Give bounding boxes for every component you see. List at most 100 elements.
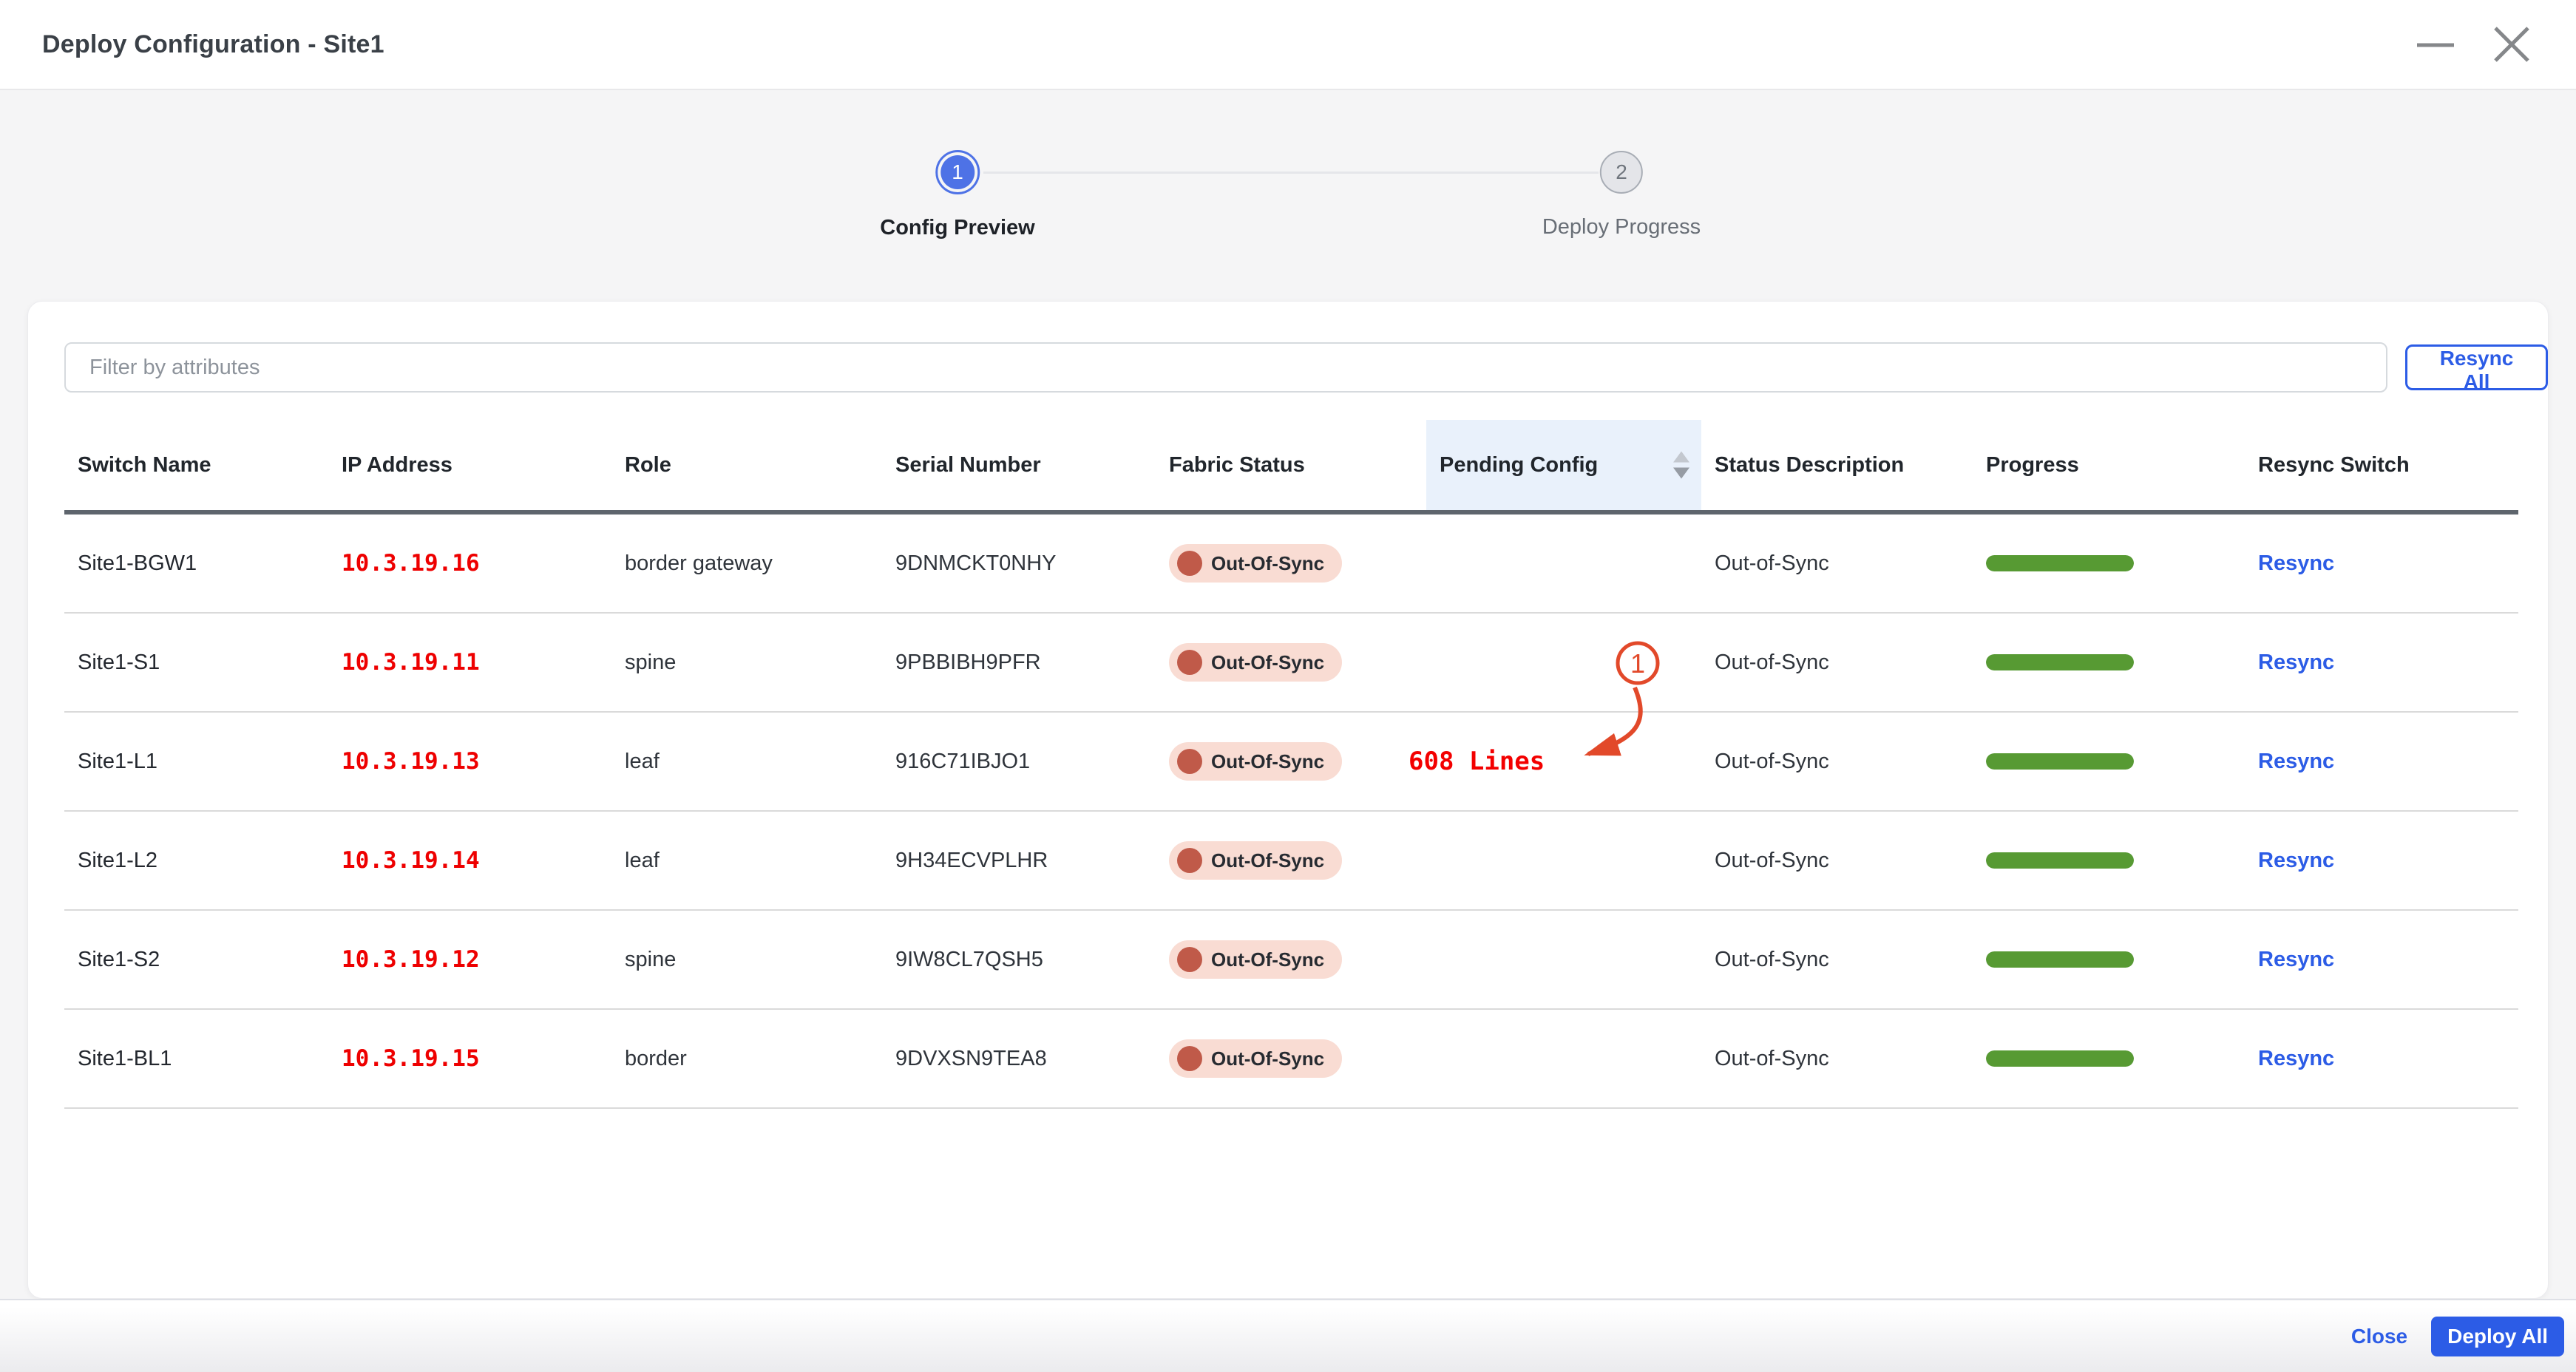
- progress-bar: [1986, 555, 2134, 571]
- fabric-status-label: Out-Of-Sync: [1211, 651, 1325, 673]
- cell-role: spine: [625, 650, 677, 674]
- cell-role: spine: [625, 947, 677, 971]
- cell-ip-address: 10.3.19.16: [342, 550, 480, 577]
- window-controls: [2416, 0, 2530, 89]
- cell-resync: Resync: [2245, 948, 2518, 972]
- minimize-icon[interactable]: [2416, 25, 2455, 64]
- cell-serial-number: 9H34ECVPLHR: [895, 848, 1048, 872]
- sort-icon[interactable]: [1673, 451, 1689, 479]
- cell-serial-number: 9DNMCKT0NHY: [895, 551, 1057, 575]
- stepper-connector: [983, 172, 1599, 174]
- resync-link[interactable]: Resync: [2258, 948, 2334, 971]
- table-body: Site1-BGW1 10.3.19.16 border gateway 9DN…: [64, 514, 2518, 1109]
- table-row: Site1-BGW1 10.3.19.16 border gateway 9DN…: [64, 514, 2518, 614]
- column-header-resync-switch[interactable]: Resync Switch: [2245, 420, 2518, 510]
- column-header-serial-number[interactable]: Serial Number: [882, 420, 1156, 510]
- fabric-status-badge: Out-Of-Sync: [1169, 940, 1343, 979]
- cell-resync: Resync: [2245, 651, 2518, 675]
- cell-progress: [1973, 951, 2245, 968]
- step-config-preview: 1 Config Preview: [880, 150, 1035, 240]
- pending-config-link[interactable]: 608 Lines: [1409, 747, 1545, 776]
- table-row: Site1-BL1 10.3.19.15 border 9DVXSN9TEA8 …: [64, 1010, 2518, 1109]
- cell-pending-config: [1426, 945, 1701, 974]
- cell-serial-number: 9DVXSN9TEA8: [895, 1046, 1047, 1070]
- deploy-configuration-dialog: Deploy Configuration - Site1 1 Config Pr…: [0, 0, 2576, 1372]
- cell-switch-name: Site1-L2: [78, 848, 158, 872]
- fabric-status-badge: Out-Of-Sync: [1169, 643, 1343, 682]
- cell-resync: Resync: [2245, 849, 2518, 873]
- progress-bar: [1986, 852, 2134, 869]
- resync-link[interactable]: Resync: [2258, 651, 2334, 674]
- cell-pending-config: [1426, 1044, 1701, 1073]
- step-deploy-progress: 2 Deploy Progress: [1542, 150, 1701, 240]
- table-row: Site1-L2 10.3.19.14 leaf 9H34ECVPLHR Out…: [64, 812, 2518, 911]
- progress-bar: [1986, 753, 2134, 770]
- deploy-all-button[interactable]: Deploy All: [2431, 1316, 2564, 1356]
- table-row: Site1-L1 10.3.19.13 leaf 916C71IBJO1 Out…: [64, 713, 2518, 812]
- cell-pending-config: [1426, 549, 1701, 578]
- status-dot-icon: [1177, 1046, 1202, 1071]
- column-header-pending-config[interactable]: Pending Config: [1426, 420, 1701, 510]
- cell-status-description: Out-of-Sync: [1715, 848, 1829, 872]
- fabric-status-label: Out-Of-Sync: [1211, 948, 1325, 971]
- resync-link[interactable]: Resync: [2258, 750, 2334, 773]
- progress-bar: [1986, 1050, 2134, 1067]
- fabric-status-label: Out-Of-Sync: [1211, 849, 1325, 872]
- fabric-status-badge: Out-Of-Sync: [1169, 841, 1343, 880]
- cell-role: leaf: [625, 848, 660, 872]
- cell-serial-number: 9PBBIBH9PFR: [895, 650, 1041, 674]
- resync-link[interactable]: Resync: [2258, 1047, 2334, 1070]
- step-2-label: Deploy Progress: [1542, 215, 1701, 239]
- fabric-status-badge: Out-Of-Sync: [1169, 544, 1343, 583]
- cell-serial-number: 9IW8CL7QSH5: [895, 947, 1043, 971]
- filter-input[interactable]: [64, 342, 2387, 393]
- fabric-status-label: Out-Of-Sync: [1211, 750, 1325, 772]
- cell-fabric-status: Out-Of-Sync: [1156, 643, 1426, 682]
- cell-status-description: Out-of-Sync: [1715, 947, 1829, 971]
- cell-fabric-status: Out-Of-Sync: [1156, 940, 1426, 979]
- column-header-role[interactable]: Role: [611, 420, 882, 510]
- cell-switch-name: Site1-BL1: [78, 1046, 172, 1070]
- cell-role: border gateway: [625, 551, 773, 575]
- cell-status-description: Out-of-Sync: [1715, 650, 1829, 674]
- fabric-status-badge: Out-Of-Sync: [1169, 1039, 1343, 1078]
- progress-bar: [1986, 951, 2134, 968]
- close-button[interactable]: Close: [2351, 1325, 2407, 1348]
- step-1-circle-icon: 1: [935, 150, 980, 194]
- progress-bar: [1986, 654, 2134, 670]
- column-header-switch-name[interactable]: Switch Name: [64, 420, 328, 510]
- step-2-circle-icon: 2: [1600, 151, 1643, 194]
- resync-all-button[interactable]: Resync All: [2405, 344, 2548, 393]
- cell-resync: Resync: [2245, 1047, 2518, 1071]
- cell-progress: [1973, 753, 2245, 770]
- content-card: Resync All Switch Name IP Address Role S…: [27, 301, 2549, 1299]
- step-1-label: Config Preview: [880, 216, 1035, 240]
- resync-link[interactable]: Resync: [2258, 849, 2334, 872]
- cell-status-description: Out-of-Sync: [1715, 551, 1829, 575]
- cell-pending-config: 608 Lines: [1409, 747, 1701, 776]
- fabric-status-label: Out-Of-Sync: [1211, 551, 1325, 574]
- dialog-footer: Close Deploy All: [0, 1299, 2576, 1372]
- resync-link[interactable]: Resync: [2258, 551, 2334, 575]
- pending-config-header-label: Pending Config: [1440, 452, 1599, 477]
- column-header-ip-address[interactable]: IP Address: [328, 420, 611, 510]
- cell-progress: [1973, 555, 2245, 571]
- cell-ip-address: 10.3.19.14: [342, 847, 480, 874]
- table-row: Site1-S1 10.3.19.11 spine 9PBBIBH9PFR Ou…: [64, 614, 2518, 713]
- table-row: Site1-S2 10.3.19.12 spine 9IW8CL7QSH5 Ou…: [64, 911, 2518, 1010]
- cell-ip-address: 10.3.19.15: [342, 1045, 480, 1072]
- status-dot-icon: [1177, 749, 1202, 774]
- cell-fabric-status: Out-Of-Sync: [1156, 841, 1426, 880]
- cell-resync: Resync: [2245, 551, 2518, 576]
- cell-pending-config: [1426, 846, 1701, 875]
- close-icon[interactable]: [2493, 26, 2530, 63]
- cell-fabric-status: Out-Of-Sync: [1156, 742, 1426, 781]
- status-dot-icon: [1177, 848, 1202, 873]
- cell-ip-address: 10.3.19.11: [342, 649, 480, 676]
- cell-status-description: Out-of-Sync: [1715, 1046, 1829, 1070]
- column-header-progress[interactable]: Progress: [1973, 420, 2245, 510]
- cell-switch-name: Site1-S1: [78, 650, 160, 674]
- switch-table: Switch Name IP Address Role Serial Numbe…: [64, 420, 2518, 1109]
- column-header-fabric-status[interactable]: Fabric Status: [1156, 420, 1426, 510]
- column-header-status-description[interactable]: Status Description: [1701, 420, 1973, 510]
